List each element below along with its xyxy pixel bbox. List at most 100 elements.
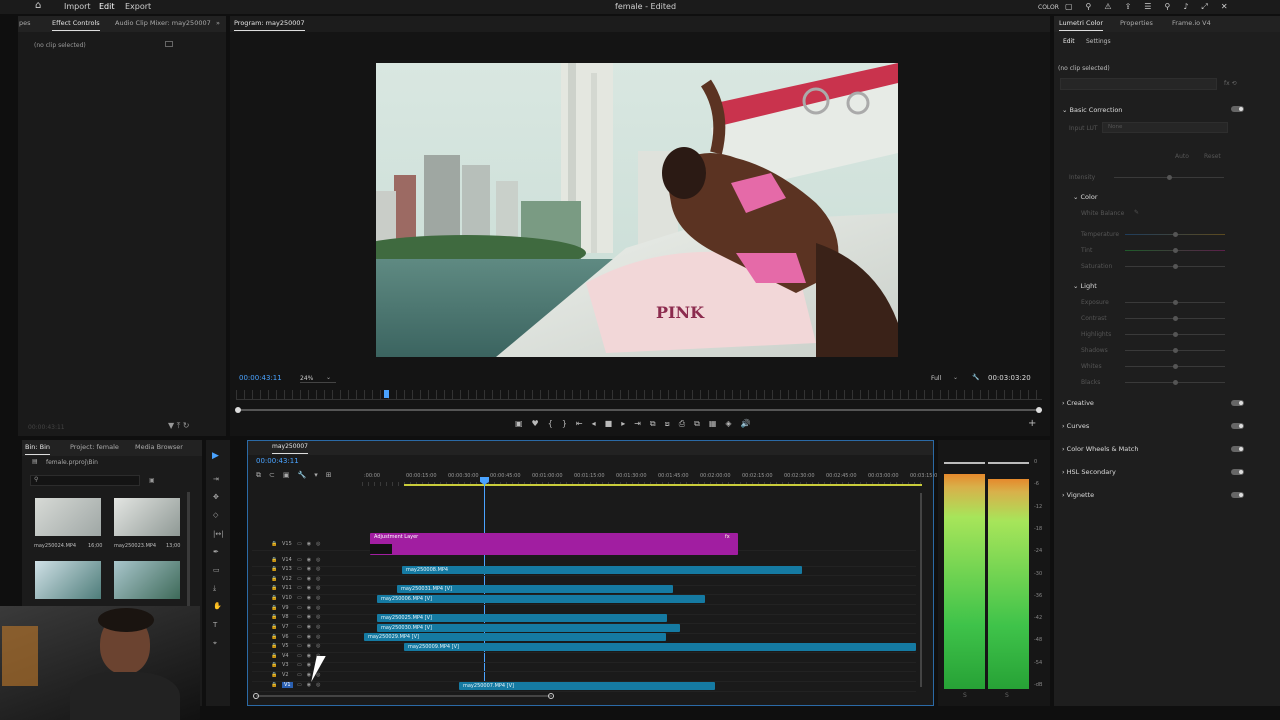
- bin-thumbnail[interactable]: [35, 561, 101, 599]
- intensity-slider[interactable]: [1114, 175, 1224, 180]
- tab-frameio[interactable]: Frame.io V4: [1172, 19, 1211, 27]
- lock-icon[interactable]: 🔒: [271, 624, 277, 630]
- program-ruler[interactable]: [236, 390, 1042, 400]
- tab-media-browser[interactable]: Media Browser: [135, 443, 183, 451]
- menu-export[interactable]: Export: [125, 2, 151, 11]
- creative-toggle[interactable]: [1231, 400, 1244, 406]
- program-playhead[interactable]: [384, 390, 389, 398]
- timeline-clip[interactable]: may250009.MP4 [V]: [404, 643, 916, 651]
- timeline-clip[interactable]: may250008.MP4: [402, 566, 802, 574]
- contrast-slider[interactable]: [1125, 316, 1225, 321]
- bin-scrollbar[interactable]: [187, 492, 190, 612]
- auto-button[interactable]: Auto: [1175, 153, 1189, 160]
- toolbar-icons[interactable]: ▢⚲⚠⇪☰⚲♪⤢✕: [1065, 2, 1241, 12]
- transport-controls[interactable]: ▣♥{}⇤◂■▸⇥⧉⧈⎙⧉▦◈🔊: [515, 419, 760, 429]
- track-label[interactable]: V4: [282, 653, 289, 659]
- meter-channel-left[interactable]: S: [963, 692, 967, 699]
- track-visibility-icon[interactable]: ▭◉◎: [297, 614, 325, 620]
- fx-icon[interactable]: fx ⟲: [1224, 80, 1237, 87]
- vignette-toggle[interactable]: [1231, 492, 1244, 498]
- timeline-clip[interactable]: may250030.MP4 [V]: [377, 624, 680, 632]
- track-label[interactable]: V10: [282, 595, 292, 601]
- tab-properties[interactable]: Properties: [1120, 19, 1153, 27]
- tab-program[interactable]: Program: may250007: [234, 19, 305, 31]
- hscroll-handle[interactable]: [548, 693, 554, 699]
- track-label[interactable]: V2: [282, 672, 289, 678]
- panel-expand-icon[interactable]: [165, 41, 173, 47]
- menu-import[interactable]: Import: [64, 2, 91, 11]
- lock-icon[interactable]: 🔒: [271, 662, 277, 668]
- timeline-timecode[interactable]: 00:00:43:11: [256, 457, 299, 465]
- section-color[interactable]: ⌄ Color: [1073, 193, 1098, 201]
- basic-correction-toggle[interactable]: [1231, 106, 1244, 112]
- lock-icon[interactable]: 🔒: [271, 605, 277, 611]
- timeline-hscroll[interactable]: [256, 695, 552, 697]
- track-visibility-icon[interactable]: ▭◉◎: [297, 605, 325, 611]
- lumetri-subtab-edit[interactable]: Edit: [1063, 38, 1075, 45]
- track-label[interactable]: V7: [282, 624, 289, 630]
- adjustment-layer-clip[interactable]: Adjustment Layer fx: [370, 533, 738, 555]
- lock-icon[interactable]: 🔒: [271, 643, 277, 649]
- track-label[interactable]: V14: [282, 557, 292, 563]
- lock-icon[interactable]: 🔒: [271, 576, 277, 582]
- section-creative[interactable]: › Creative: [1062, 399, 1094, 407]
- section-curves[interactable]: › Curves: [1062, 422, 1089, 430]
- menu-edit[interactable]: Edit: [99, 2, 115, 11]
- work-area-bar[interactable]: [404, 484, 922, 486]
- section-light[interactable]: ⌄ Light: [1073, 282, 1097, 290]
- filter-icon[interactable]: ▼ ⤒ ↻: [168, 421, 189, 431]
- track-label[interactable]: V15: [282, 541, 292, 547]
- highlights-slider[interactable]: [1125, 332, 1225, 337]
- timeline-vscroll[interactable]: [920, 493, 922, 687]
- lock-icon[interactable]: 🔒: [271, 595, 277, 601]
- timeline-clip[interactable]: may250007.MP4 [V]: [459, 682, 715, 690]
- meter-channel-right[interactable]: S: [1005, 692, 1009, 699]
- exposure-slider[interactable]: [1125, 300, 1225, 305]
- lock-icon[interactable]: 🔒: [271, 557, 277, 563]
- zoom-handle-right[interactable]: [1036, 407, 1042, 413]
- track-label[interactable]: V5: [282, 643, 289, 649]
- track-label[interactable]: V8: [282, 614, 289, 620]
- lock-icon[interactable]: 🔒: [271, 541, 277, 547]
- timeline-clip[interactable]: may250031.MP4 [V]: [397, 585, 673, 593]
- track-label[interactable]: V13: [282, 566, 292, 572]
- track-label[interactable]: V12: [282, 576, 292, 582]
- home-icon[interactable]: ⌂: [35, 0, 41, 11]
- tab-sequence[interactable]: may250007: [272, 443, 308, 454]
- track-label[interactable]: V3: [282, 662, 289, 668]
- track-visibility-icon[interactable]: ▭◉◎: [297, 541, 325, 547]
- lumetri-clip-select[interactable]: [1060, 78, 1217, 90]
- lock-icon[interactable]: 🔒: [271, 672, 277, 678]
- track-label[interactable]: V1: [282, 682, 293, 688]
- temperature-slider[interactable]: [1125, 232, 1225, 237]
- wrench-icon[interactable]: 🔧: [972, 374, 979, 381]
- tab-effect-controls[interactable]: Effect Controls: [52, 19, 100, 31]
- track-label[interactable]: V11: [282, 585, 292, 591]
- lock-icon[interactable]: 🔒: [271, 653, 277, 659]
- lock-icon[interactable]: 🔒: [271, 585, 277, 591]
- lock-icon[interactable]: 🔒: [271, 566, 277, 572]
- track-visibility-icon[interactable]: ▭◉◎: [297, 595, 325, 601]
- track-visibility-icon[interactable]: ▭◉◎: [297, 576, 325, 582]
- bin-thumbnail[interactable]: [114, 498, 180, 536]
- tool-icons[interactable]: ⇥ ✥ ◇ |↔| ✒ ▭ ⤓ ✋ T ⌖: [213, 470, 224, 652]
- quality-select[interactable]: Full: [931, 375, 941, 382]
- section-basic-correction[interactable]: ⌄ Basic Correction: [1062, 106, 1122, 114]
- tab-project[interactable]: Project: female: [70, 443, 119, 451]
- lumetri-subtab-settings[interactable]: Settings: [1086, 38, 1111, 45]
- section-hsl-secondary[interactable]: › HSL Secondary: [1062, 468, 1116, 476]
- timeline-tool-icons[interactable]: ⧉⊂▣🔧▾⊞: [256, 471, 340, 480]
- bin-thumbnail[interactable]: [35, 498, 101, 536]
- zoom-handle-left[interactable]: [235, 407, 241, 413]
- track-visibility-icon[interactable]: ▭◉◎: [297, 566, 325, 572]
- lock-icon[interactable]: 🔒: [271, 634, 277, 640]
- timeline-clip[interactable]: may250029.MP4 [V]: [364, 633, 666, 641]
- program-timecode[interactable]: 00:00:43:11: [239, 374, 282, 382]
- tab-bin[interactable]: Bin: Bin: [25, 443, 51, 455]
- track-visibility-icon[interactable]: ▭◉◎: [297, 585, 325, 591]
- color-wheels-toggle[interactable]: [1231, 446, 1244, 452]
- tab-audio-clip-mixer[interactable]: Audio Clip Mixer: may250007: [115, 19, 211, 27]
- workspace-label[interactable]: COLOR: [1038, 4, 1059, 11]
- track-visibility-icon[interactable]: ▭◉◎: [297, 624, 325, 630]
- curves-toggle[interactable]: [1231, 423, 1244, 429]
